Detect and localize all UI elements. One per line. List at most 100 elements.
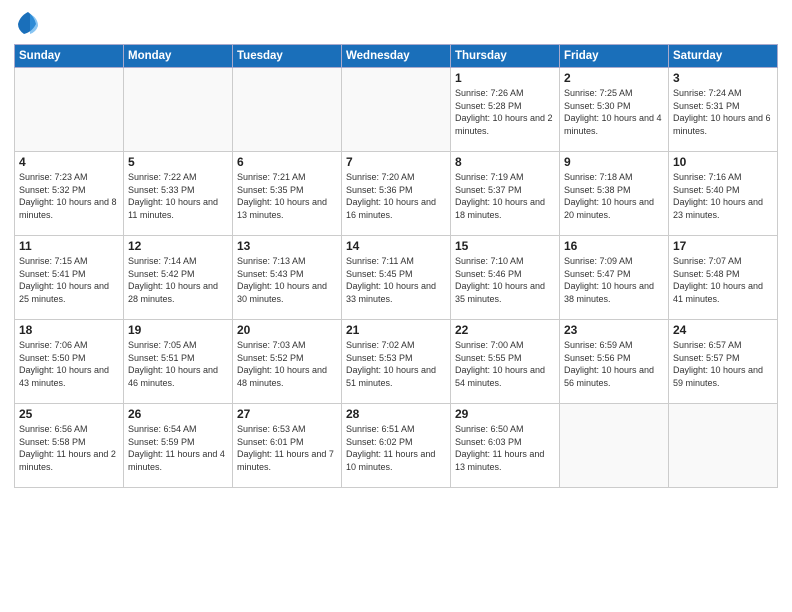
- day-number: 14: [346, 239, 446, 253]
- day-number: 24: [673, 323, 773, 337]
- calendar-cell: 28 Sunrise: 6:51 AM Sunset: 6:02 PM Dayli…: [342, 404, 451, 488]
- calendar-cell: 29 Sunrise: 6:50 AM Sunset: 6:03 PM Dayli…: [451, 404, 560, 488]
- day-info: Sunrise: 7:03 AM Sunset: 5:52 PM Dayligh…: [237, 339, 337, 389]
- day-number: 7: [346, 155, 446, 169]
- calendar-week-4: 18Sunrise: 7:06 AM Sunset: 5:50 PM Dayli…: [15, 320, 778, 404]
- logo: [14, 10, 46, 38]
- calendar-cell: 2 Sunrise: 7:25 AM Sunset: 5:30 PM Daylig…: [560, 68, 669, 152]
- day-number: 16: [564, 239, 664, 253]
- day-number: 26: [128, 407, 228, 421]
- calendar-cell: 8 Sunrise: 7:19 AM Sunset: 5:37 PM Daylig…: [451, 152, 560, 236]
- day-number: 1: [455, 71, 555, 85]
- page: SundayMondayTuesdayWednesdayThursdayFrid…: [0, 0, 792, 612]
- calendar-table: SundayMondayTuesdayWednesdayThursdayFrid…: [14, 44, 778, 488]
- day-info: Sunrise: 7:10 AM Sunset: 5:46 PM Dayligh…: [455, 255, 555, 305]
- calendar-header-tuesday: Tuesday: [233, 45, 342, 68]
- calendar-cell: 24 Sunrise: 6:57 AM Sunset: 5:57 PM Dayli…: [669, 320, 778, 404]
- day-info: Sunrise: 7:13 AM Sunset: 5:43 PM Dayligh…: [237, 255, 337, 305]
- calendar-header-saturday: Saturday: [669, 45, 778, 68]
- day-info: Sunrise: 6:53 AM Sunset: 6:01 PM Dayligh…: [237, 423, 337, 473]
- calendar-cell: 1 Sunrise: 7:26 AM Sunset: 5:28 PM Daylig…: [451, 68, 560, 152]
- day-info: Sunrise: 7:24 AM Sunset: 5:31 PM Dayligh…: [673, 87, 773, 137]
- calendar-header-row: SundayMondayTuesdayWednesdayThursdayFrid…: [15, 45, 778, 68]
- day-info: Sunrise: 7:23 AM Sunset: 5:32 PM Dayligh…: [19, 171, 119, 221]
- calendar-cell: [560, 404, 669, 488]
- day-number: 2: [564, 71, 664, 85]
- logo-icon: [14, 10, 42, 38]
- calendar-cell: 22Sunrise: 7:00 AM Sunset: 5:55 PM Dayli…: [451, 320, 560, 404]
- day-number: 19: [128, 323, 228, 337]
- calendar-cell: 26 Sunrise: 6:54 AM Sunset: 5:59 PM Dayli…: [124, 404, 233, 488]
- calendar-cell: 21Sunrise: 7:02 AM Sunset: 5:53 PM Dayli…: [342, 320, 451, 404]
- calendar-cell: [669, 404, 778, 488]
- calendar-cell: 17 Sunrise: 7:07 AM Sunset: 5:48 PM Dayli…: [669, 236, 778, 320]
- calendar-header-sunday: Sunday: [15, 45, 124, 68]
- calendar-cell: 6Sunrise: 7:21 AM Sunset: 5:35 PM Daylig…: [233, 152, 342, 236]
- calendar-cell: 4 Sunrise: 7:23 AM Sunset: 5:32 PM Daylig…: [15, 152, 124, 236]
- calendar-cell: [15, 68, 124, 152]
- day-number: 6: [237, 155, 337, 169]
- calendar-cell: 14 Sunrise: 7:11 AM Sunset: 5:45 PM Dayli…: [342, 236, 451, 320]
- calendar-cell: 15 Sunrise: 7:10 AM Sunset: 5:46 PM Dayli…: [451, 236, 560, 320]
- calendar-header-thursday: Thursday: [451, 45, 560, 68]
- day-info: Sunrise: 7:22 AM Sunset: 5:33 PM Dayligh…: [128, 171, 228, 221]
- day-info: Sunrise: 7:25 AM Sunset: 5:30 PM Dayligh…: [564, 87, 664, 137]
- day-number: 8: [455, 155, 555, 169]
- day-number: 17: [673, 239, 773, 253]
- calendar-cell: 18Sunrise: 7:06 AM Sunset: 5:50 PM Dayli…: [15, 320, 124, 404]
- calendar-week-2: 4 Sunrise: 7:23 AM Sunset: 5:32 PM Daylig…: [15, 152, 778, 236]
- calendar-cell: [124, 68, 233, 152]
- day-info: Sunrise: 6:54 AM Sunset: 5:59 PM Dayligh…: [128, 423, 228, 473]
- calendar-header-monday: Monday: [124, 45, 233, 68]
- day-number: 9: [564, 155, 664, 169]
- calendar-cell: [342, 68, 451, 152]
- day-info: Sunrise: 7:26 AM Sunset: 5:28 PM Dayligh…: [455, 87, 555, 137]
- day-number: 5: [128, 155, 228, 169]
- calendar-cell: 10 Sunrise: 7:16 AM Sunset: 5:40 PM Dayli…: [669, 152, 778, 236]
- day-number: 12: [128, 239, 228, 253]
- day-number: 10: [673, 155, 773, 169]
- day-number: 21: [346, 323, 446, 337]
- calendar-cell: 27 Sunrise: 6:53 AM Sunset: 6:01 PM Dayli…: [233, 404, 342, 488]
- day-info: Sunrise: 7:14 AM Sunset: 5:42 PM Dayligh…: [128, 255, 228, 305]
- day-info: Sunrise: 6:51 AM Sunset: 6:02 PM Dayligh…: [346, 423, 446, 473]
- header: [14, 10, 778, 38]
- day-info: Sunrise: 7:07 AM Sunset: 5:48 PM Dayligh…: [673, 255, 773, 305]
- day-info: Sunrise: 6:50 AM Sunset: 6:03 PM Dayligh…: [455, 423, 555, 473]
- day-number: 25: [19, 407, 119, 421]
- day-number: 23: [564, 323, 664, 337]
- day-info: Sunrise: 7:19 AM Sunset: 5:37 PM Dayligh…: [455, 171, 555, 221]
- day-number: 4: [19, 155, 119, 169]
- day-info: Sunrise: 7:06 AM Sunset: 5:50 PM Dayligh…: [19, 339, 119, 389]
- calendar-cell: 20Sunrise: 7:03 AM Sunset: 5:52 PM Dayli…: [233, 320, 342, 404]
- day-number: 29: [455, 407, 555, 421]
- day-info: Sunrise: 7:18 AM Sunset: 5:38 PM Dayligh…: [564, 171, 664, 221]
- calendar-cell: 16 Sunrise: 7:09 AM Sunset: 5:47 PM Dayli…: [560, 236, 669, 320]
- day-number: 28: [346, 407, 446, 421]
- day-info: Sunrise: 7:11 AM Sunset: 5:45 PM Dayligh…: [346, 255, 446, 305]
- day-number: 27: [237, 407, 337, 421]
- calendar-week-1: 1 Sunrise: 7:26 AM Sunset: 5:28 PM Daylig…: [15, 68, 778, 152]
- day-info: Sunrise: 6:57 AM Sunset: 5:57 PM Dayligh…: [673, 339, 773, 389]
- day-number: 3: [673, 71, 773, 85]
- day-info: Sunrise: 7:09 AM Sunset: 5:47 PM Dayligh…: [564, 255, 664, 305]
- day-info: Sunrise: 7:00 AM Sunset: 5:55 PM Dayligh…: [455, 339, 555, 389]
- day-number: 13: [237, 239, 337, 253]
- calendar-week-5: 25 Sunrise: 6:56 AM Sunset: 5:58 PM Dayli…: [15, 404, 778, 488]
- calendar-week-3: 11Sunrise: 7:15 AM Sunset: 5:41 PM Dayli…: [15, 236, 778, 320]
- calendar-header-friday: Friday: [560, 45, 669, 68]
- calendar-cell: 5 Sunrise: 7:22 AM Sunset: 5:33 PM Daylig…: [124, 152, 233, 236]
- day-number: 15: [455, 239, 555, 253]
- day-info: Sunrise: 7:15 AM Sunset: 5:41 PM Dayligh…: [19, 255, 119, 305]
- day-info: Sunrise: 7:20 AM Sunset: 5:36 PM Dayligh…: [346, 171, 446, 221]
- calendar-cell: 11Sunrise: 7:15 AM Sunset: 5:41 PM Dayli…: [15, 236, 124, 320]
- calendar-cell: 3 Sunrise: 7:24 AM Sunset: 5:31 PM Daylig…: [669, 68, 778, 152]
- calendar-cell: 9 Sunrise: 7:18 AM Sunset: 5:38 PM Daylig…: [560, 152, 669, 236]
- day-info: Sunrise: 6:56 AM Sunset: 5:58 PM Dayligh…: [19, 423, 119, 473]
- calendar-cell: 7 Sunrise: 7:20 AM Sunset: 5:36 PM Daylig…: [342, 152, 451, 236]
- calendar-cell: 19 Sunrise: 7:05 AM Sunset: 5:51 PM Dayli…: [124, 320, 233, 404]
- day-info: Sunrise: 7:05 AM Sunset: 5:51 PM Dayligh…: [128, 339, 228, 389]
- calendar-cell: 13 Sunrise: 7:13 AM Sunset: 5:43 PM Dayli…: [233, 236, 342, 320]
- day-info: Sunrise: 6:59 AM Sunset: 5:56 PM Dayligh…: [564, 339, 664, 389]
- day-info: Sunrise: 7:16 AM Sunset: 5:40 PM Dayligh…: [673, 171, 773, 221]
